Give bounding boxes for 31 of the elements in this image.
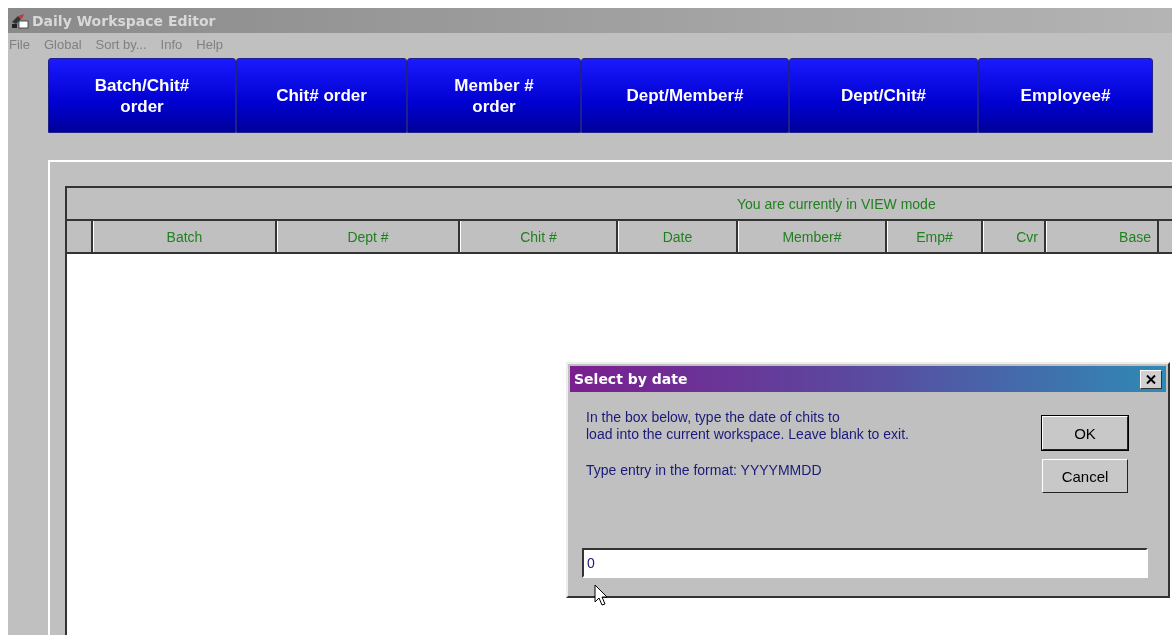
dialog-message: In the box below, type the date of chits to load into the current workspace. Leave blank to exit. [586, 409, 909, 443]
dialog-title: Select by date [574, 371, 688, 387]
column-header[interactable]: Batch [93, 221, 277, 252]
menu-item[interactable]: Global [42, 36, 83, 52]
sort-button[interactable]: Batch/Chit# order [48, 58, 236, 133]
sort-button[interactable]: Dept/Member# [581, 58, 789, 133]
sort-button[interactable]: Member # order [407, 58, 581, 133]
dialog-button[interactable]: OK [1042, 416, 1128, 450]
date-input-field[interactable]: 0 [582, 548, 1148, 578]
dialog-button[interactable]: Cancel [1042, 459, 1128, 493]
menu-item[interactable]: Info [159, 36, 184, 52]
app-icon [10, 12, 30, 29]
mouse-pointer-icon [594, 584, 610, 608]
window-title: Daily Workspace Editor [32, 12, 216, 29]
column-header[interactable]: Date [618, 221, 738, 252]
column-header[interactable]: Member# [738, 221, 887, 252]
menu-item[interactable]: File [8, 36, 31, 52]
format-hint: Type entry in the format: YYYYMMDD [586, 462, 823, 479]
sort-button[interactable]: Employee# [978, 58, 1153, 133]
sort-button[interactable]: Dept/Chit# [789, 58, 978, 133]
column-header[interactable]: Emp# [887, 221, 983, 252]
column-header[interactable]: Cvr [983, 221, 1046, 252]
column-header[interactable]: Base [1046, 221, 1159, 252]
close-button[interactable] [1140, 369, 1162, 389]
close-icon [1146, 374, 1156, 384]
menu-item[interactable]: Help [195, 36, 225, 52]
column-header[interactable]: Dept # [277, 221, 460, 252]
column-header[interactable]: Chit # [460, 221, 618, 252]
sort-button[interactable]: Chit# order [236, 58, 407, 133]
mode-message: You are currently in VIEW mode [737, 195, 936, 212]
menu-item[interactable]: Sort by... [94, 36, 148, 52]
